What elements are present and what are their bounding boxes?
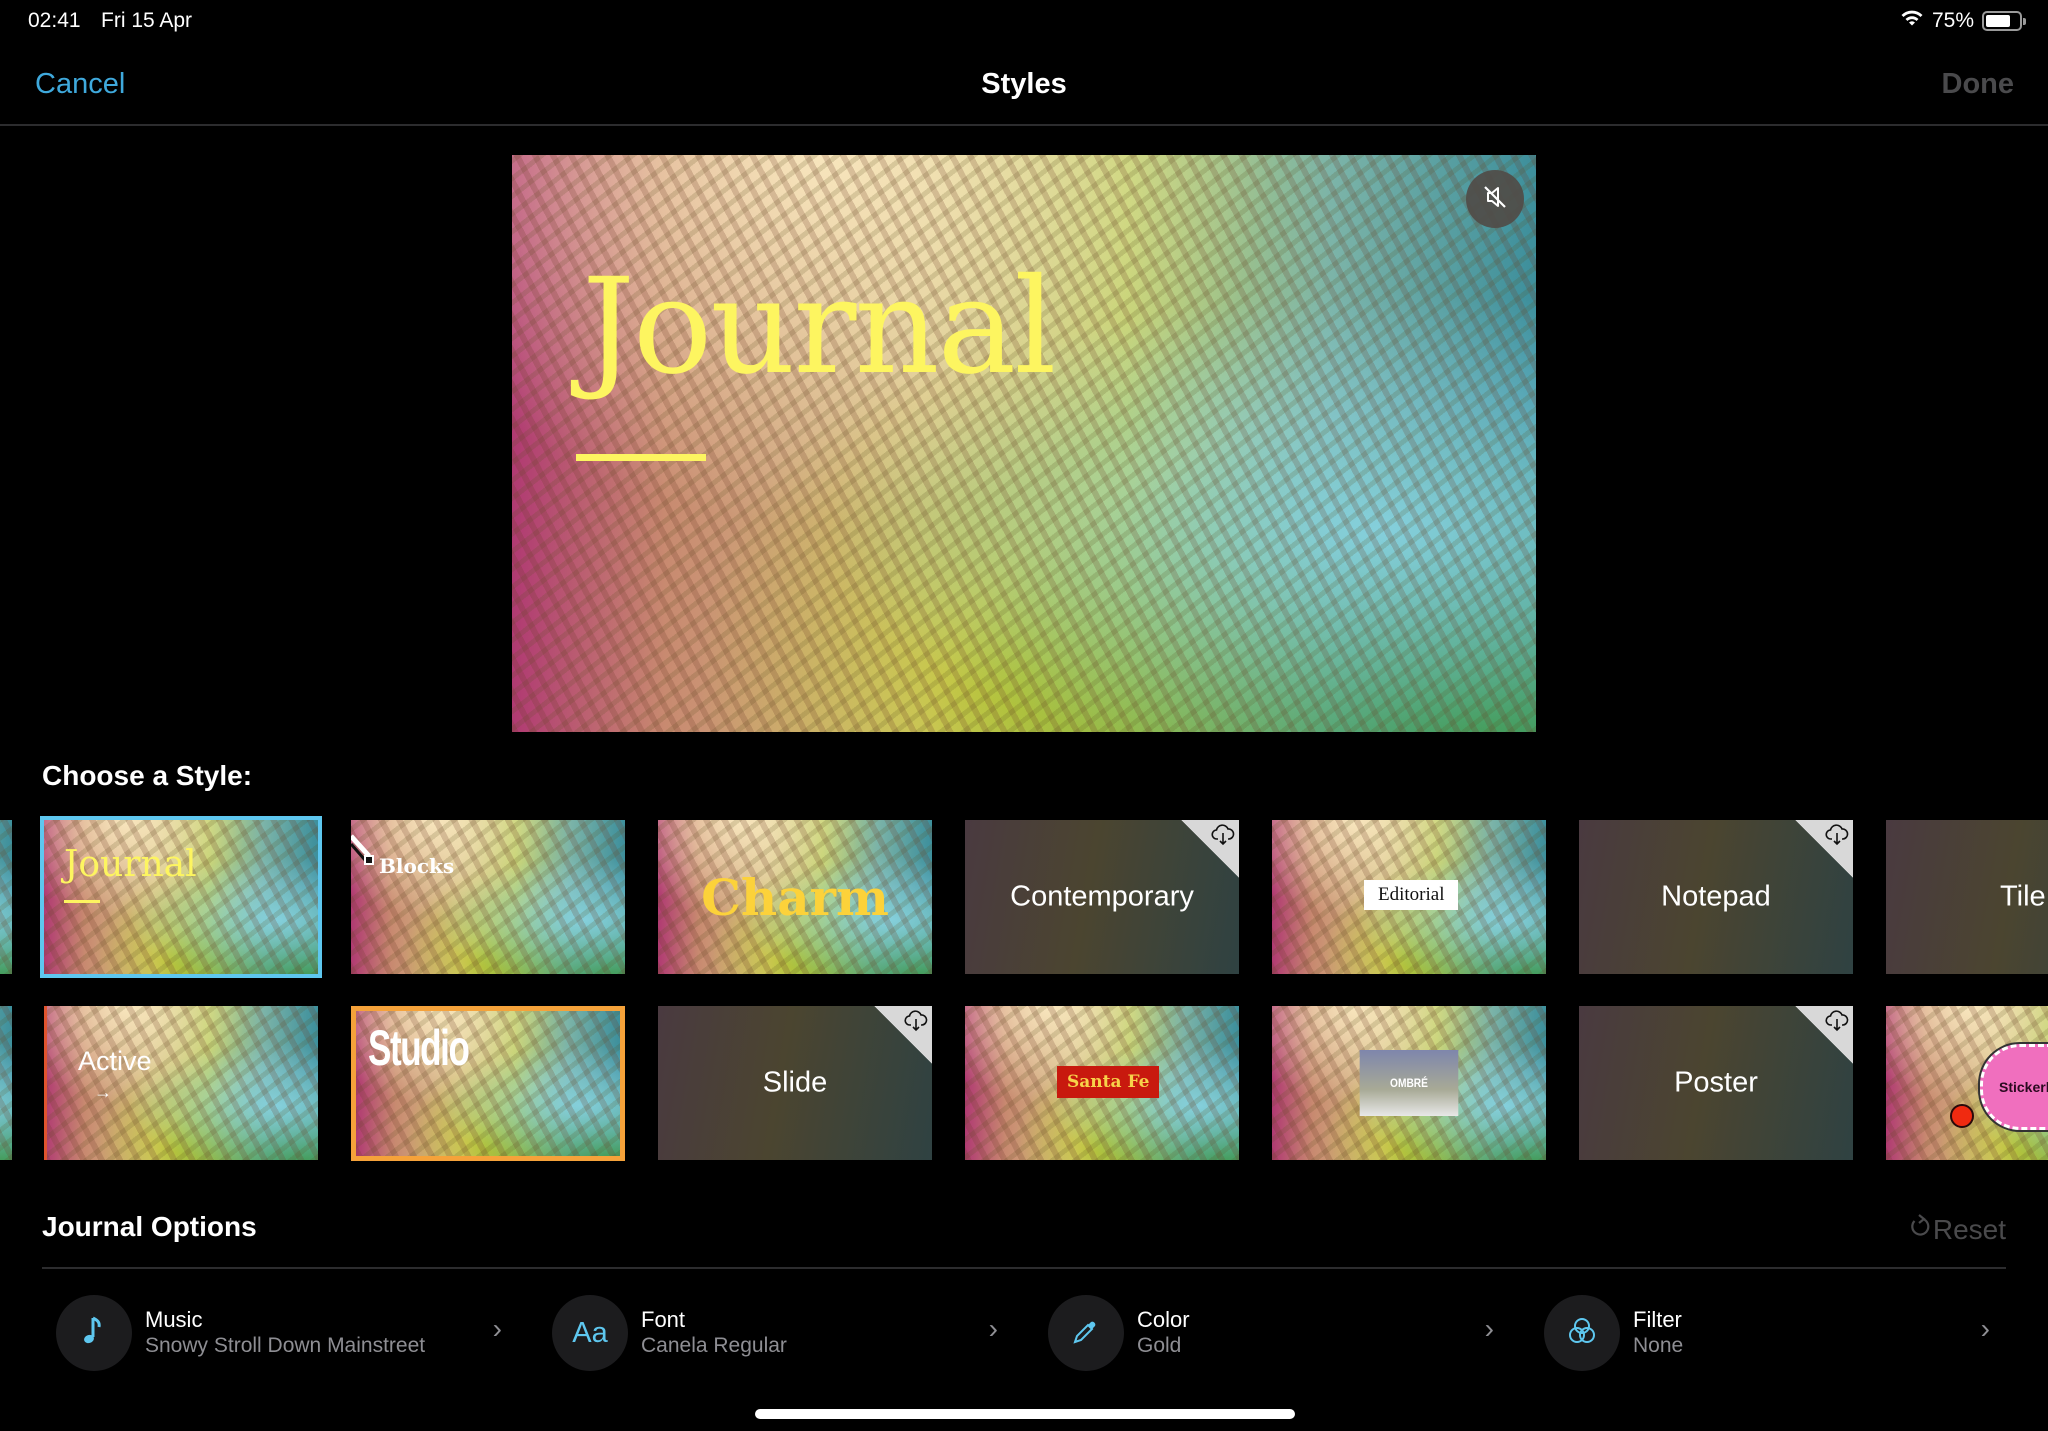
style-tile-tile[interactable]: Tile	[1886, 820, 2048, 974]
style-tile-stickerbook[interactable]: Stickerbook	[1886, 1006, 2048, 1160]
style-tile-label: Charm	[701, 868, 889, 927]
style-tile-partial-left[interactable]	[0, 820, 12, 974]
navigation-bar: Cancel Styles Done	[0, 50, 2048, 126]
style-tile-editorial[interactable]: Editorial	[1272, 820, 1546, 974]
status-bar: 02:41 Fri 15 Apr 75%	[0, 0, 2048, 44]
options-title: Journal Options	[42, 1211, 257, 1242]
download-badge	[1181, 820, 1239, 878]
style-tile-label: Stickerbook	[1999, 1079, 2048, 1095]
option-icon-button	[56, 1295, 132, 1371]
option-font[interactable]: Aa Font Canela Regular ›	[538, 1295, 998, 1371]
download-badge	[1795, 820, 1853, 878]
sticker-cloud: Stickerbook	[1980, 1044, 2048, 1130]
download-badge	[1795, 1006, 1853, 1064]
option-icon-button	[1048, 1295, 1124, 1371]
chevron-right-icon: ›	[492, 1313, 502, 1344]
reset-button[interactable]: Reset	[1909, 1213, 2006, 1246]
style-tile-label: Slide	[762, 1066, 828, 1099]
style-tile-label: Journal	[64, 844, 197, 885]
style-tile-notepad[interactable]: Notepad	[1579, 820, 1853, 974]
style-tile-partial-left[interactable]	[0, 1006, 12, 1160]
style-tile-label: Poster	[1674, 1066, 1758, 1099]
preview-title-underline	[576, 454, 706, 461]
style-tile-studio[interactable]: Studio	[351, 1006, 625, 1161]
choose-style-label: Choose a Style:	[42, 760, 253, 791]
style-tile-journal[interactable]: Journal	[40, 816, 322, 978]
battery-percent: 75%	[1931, 9, 1974, 32]
sticker-dot	[1950, 1104, 1974, 1128]
option-color[interactable]: Color Gold ›	[1034, 1295, 1494, 1371]
options-divider	[42, 1267, 2006, 1269]
style-tile-label: Active	[78, 1046, 152, 1076]
journal-underline	[64, 900, 100, 903]
option-filter[interactable]: Filter None ›	[1530, 1295, 1990, 1371]
option-value: None	[1633, 1334, 1684, 1357]
wifi-icon	[1900, 9, 1924, 33]
option-label: Filter	[1633, 1307, 1682, 1332]
style-tile-label: OMBRÉ	[1359, 1050, 1459, 1116]
style-tile-label: Tile	[2000, 880, 2046, 913]
style-tile-slide[interactable]: Slide	[658, 1006, 932, 1160]
reset-arrow-icon	[1909, 1213, 1931, 1246]
option-icon-button	[1544, 1295, 1620, 1371]
option-label: Font	[641, 1307, 686, 1332]
style-tile-label: Santa Fe	[1057, 1066, 1160, 1098]
status-time: 02:41	[28, 9, 81, 32]
font-aa-icon: Aa	[572, 1316, 608, 1349]
option-value: Snowy Stroll Down Mainstreet	[145, 1334, 426, 1357]
battery-icon	[1982, 11, 2026, 31]
style-tile-label: Blocks	[379, 854, 455, 878]
status-indicators: 75%	[1900, 9, 2026, 33]
blocks-stripe-icon	[351, 834, 379, 875]
style-tile-label: Contemporary	[1010, 880, 1194, 913]
eyedropper-icon	[1071, 1316, 1101, 1351]
reset-label: Reset	[1932, 1213, 2006, 1245]
option-value: Gold	[1137, 1334, 1182, 1357]
speaker-muted-icon	[1480, 182, 1510, 217]
arrow-right-icon: →	[94, 1082, 112, 1102]
chevron-right-icon: ›	[1980, 1313, 1990, 1344]
style-preview[interactable]: Journal	[512, 155, 1536, 732]
chevron-right-icon: ›	[1484, 1313, 1494, 1344]
chevron-right-icon: ›	[988, 1313, 998, 1344]
style-tile-label: Studio	[368, 1020, 470, 1076]
style-tile-label: Notepad	[1661, 880, 1771, 913]
option-label: Color	[1137, 1307, 1190, 1332]
preview-title: Journal	[582, 250, 1056, 404]
style-tile-label: Editorial	[1364, 880, 1459, 910]
style-tile-poster[interactable]: Poster	[1579, 1006, 1853, 1160]
option-icon-button: Aa	[552, 1295, 628, 1371]
style-tile-blocks[interactable]: Blocks	[351, 820, 625, 974]
style-tile-santa-fe[interactable]: Santa Fe	[965, 1006, 1239, 1160]
option-music[interactable]: Music Snowy Stroll Down Mainstreet ›	[42, 1295, 502, 1371]
option-value: Canela Regular	[641, 1334, 787, 1357]
music-note-icon	[83, 1315, 105, 1352]
style-tile-charm[interactable]: Charm	[658, 820, 932, 974]
download-badge	[874, 1006, 932, 1064]
status-date: Fri 15 Apr	[101, 9, 193, 32]
style-tile-ombre[interactable]: OMBRÉ	[1272, 1006, 1546, 1160]
active-accent-bar	[44, 1006, 47, 1160]
home-indicator[interactable]	[755, 1409, 1295, 1419]
mute-button[interactable]	[1466, 170, 1524, 228]
filter-circles-icon	[1565, 1314, 1599, 1353]
option-label: Music	[145, 1307, 203, 1332]
style-tile-active[interactable]: Active →	[44, 1006, 318, 1160]
done-button[interactable]: Done	[1942, 68, 2015, 101]
page-title: Styles	[981, 68, 1067, 100]
style-tile-contemporary[interactable]: Contemporary	[965, 820, 1239, 974]
